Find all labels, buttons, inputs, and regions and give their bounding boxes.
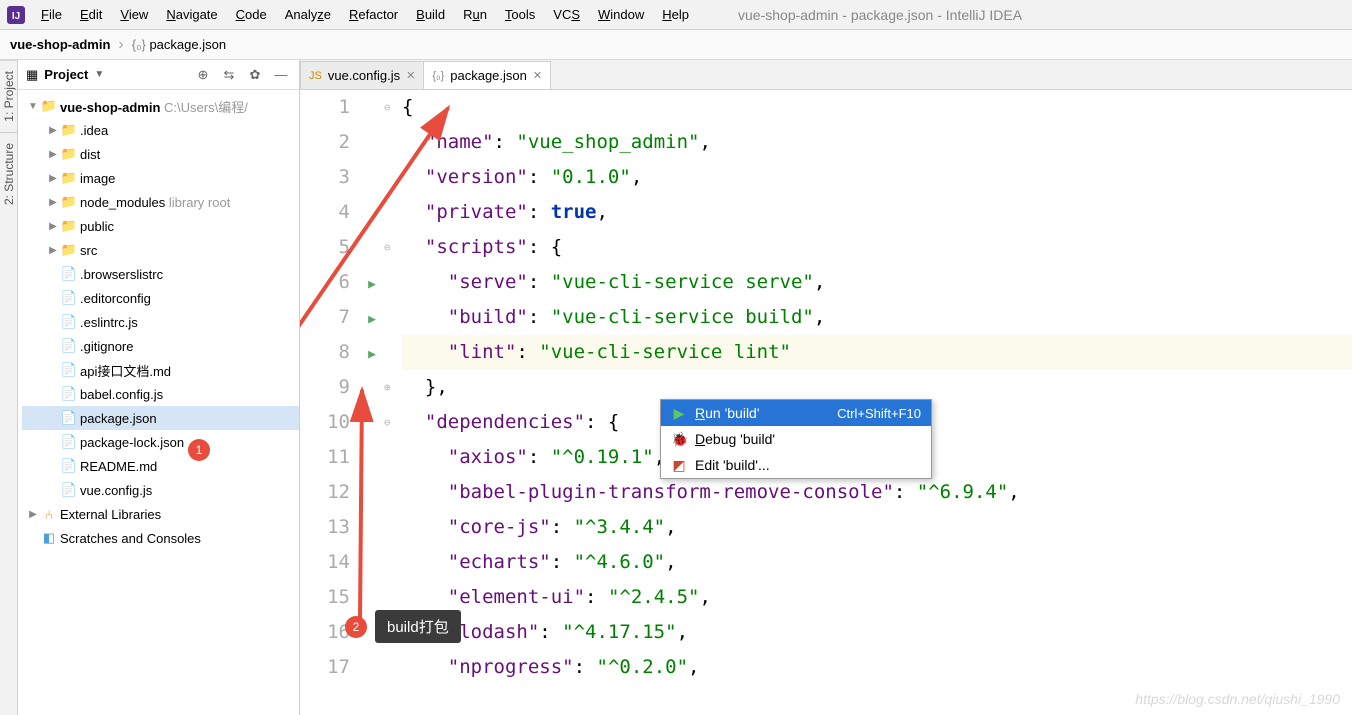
breadcrumb-project[interactable]: vue-shop-admin (6, 37, 114, 52)
locate-icon[interactable]: ⊕ (193, 67, 213, 83)
menu-window[interactable]: Window (589, 7, 653, 22)
breadcrumb: vue-shop-admin › {₀} package.json (0, 30, 1352, 60)
sidebar-header: ▦ Project ▼ ⊕ ⇆ ✿ — (18, 60, 299, 90)
editor-tabs: JS vue.config.js ✕ {₀} package.json ✕ (300, 60, 1352, 90)
main-area: 1: Project 2: Structure ▦ Project ▼ ⊕ ⇆ … (0, 60, 1352, 715)
project-sidebar: ▦ Project ▼ ⊕ ⇆ ✿ — ▼📁 vue-shop-admin C:… (18, 60, 300, 715)
ctx-debug-build[interactable]: 🐞 Debug 'build' (661, 426, 931, 452)
tool-tab-project[interactable]: 1: Project (0, 60, 17, 132)
json-icon: {₀} (132, 37, 146, 52)
edit-icon: ◩ (671, 457, 687, 474)
annotation-tooltip: build打包 (375, 610, 461, 643)
bug-icon: 🐞 (671, 431, 687, 448)
menu-edit[interactable]: Edit (71, 7, 111, 22)
tree-node-src[interactable]: ▶📁src (22, 238, 299, 262)
tree-node-package-json[interactable]: 📄package.json (22, 406, 299, 430)
menu-vcs[interactable]: VCS (544, 7, 589, 22)
tree-node-dist[interactable]: ▶📁dist (22, 142, 299, 166)
project-icon: ▦ (26, 67, 38, 83)
tree-node--browserslistrc[interactable]: 📄.browserslistrc (22, 262, 299, 286)
tree-node-public[interactable]: ▶📁public (22, 214, 299, 238)
menu-view[interactable]: View (111, 7, 157, 22)
menu-refactor[interactable]: Refactor (340, 7, 407, 22)
close-icon[interactable]: ✕ (406, 69, 415, 82)
chevron-right-icon: › (114, 36, 127, 54)
tree-node--gitignore[interactable]: 📄.gitignore (22, 334, 299, 358)
menu-navigate[interactable]: Navigate (157, 7, 226, 22)
ctx-run-build[interactable]: ▶ Run 'build' Ctrl+Shift+F10 (661, 400, 931, 426)
project-tree[interactable]: ▼📁 vue-shop-admin C:\Users\编程/ ▶📁.idea▶📁… (18, 90, 299, 715)
menu-help[interactable]: Help (653, 7, 698, 22)
gear-icon[interactable]: ✿ (245, 67, 265, 83)
js-icon: JS (309, 70, 322, 82)
app-logo: IJ (6, 5, 26, 25)
tree-scratches[interactable]: ◧ Scratches and Consoles (22, 526, 299, 550)
tree-node-babel-config-js[interactable]: 📄babel.config.js (22, 382, 299, 406)
tool-tab-structure[interactable]: 2: Structure (0, 132, 17, 215)
sidebar-title[interactable]: Project (44, 67, 88, 82)
ctx-edit-build[interactable]: ◩ Edit 'build'... (661, 452, 931, 478)
window-title: vue-shop-admin - package.json - IntelliJ… (738, 7, 1022, 23)
tab-vue-config[interactable]: JS vue.config.js ✕ (300, 61, 424, 89)
close-icon[interactable]: ✕ (533, 69, 542, 82)
tree-node-package-lock-json[interactable]: 📄package-lock.json (22, 430, 299, 454)
tree-node-image[interactable]: ▶📁image (22, 166, 299, 190)
annotation-number-2: 2 (345, 616, 367, 638)
tree-node--idea[interactable]: ▶📁.idea (22, 118, 299, 142)
chevron-down-icon[interactable]: ▼ (94, 69, 104, 80)
watermark: https://blog.csdn.net/qiushi_1990 (1135, 691, 1340, 707)
annotation-number-1: 1 (188, 439, 210, 461)
tree-node-node-modules[interactable]: ▶📁node_modules library root (22, 190, 299, 214)
annotation-callout-2: 2 build打包 (345, 610, 461, 643)
hide-icon[interactable]: — (271, 67, 291, 82)
left-tool-strip: 1: Project 2: Structure (0, 60, 18, 715)
editor-pane: JS vue.config.js ✕ {₀} package.json ✕ 12… (300, 60, 1352, 715)
json-icon: {₀} (432, 70, 444, 82)
menu-build[interactable]: Build (407, 7, 454, 22)
collapse-icon[interactable]: ⇆ (219, 67, 239, 83)
menu-run[interactable]: Run (454, 7, 496, 22)
tree-node-api-----md[interactable]: 📄api接口文档.md (22, 358, 299, 382)
breadcrumb-file[interactable]: {₀} package.json (128, 37, 230, 52)
tree-node--editorconfig[interactable]: 📄.editorconfig (22, 286, 299, 310)
tree-node-vue-config-js[interactable]: 📄vue.config.js (22, 478, 299, 502)
tree-external-libraries[interactable]: ▶⑃ External Libraries (22, 502, 299, 526)
tree-root[interactable]: ▼📁 vue-shop-admin C:\Users\编程/ (22, 94, 299, 118)
play-icon: ▶ (671, 405, 687, 422)
menu-file[interactable]: File (32, 7, 71, 22)
menu-tools[interactable]: Tools (496, 7, 544, 22)
menu-analyze[interactable]: Analyze (276, 7, 340, 22)
tab-package-json[interactable]: {₀} package.json ✕ (423, 61, 551, 89)
tree-node--eslintrc-js[interactable]: 📄.eslintrc.js (22, 310, 299, 334)
annotation-callout-1: 1 (188, 439, 210, 461)
menu-code[interactable]: Code (227, 7, 276, 22)
tree-node-README-md[interactable]: 📄README.md (22, 454, 299, 478)
svg-text:IJ: IJ (12, 11, 20, 22)
menu-bar: IJ File Edit View Navigate Code Analyze … (0, 0, 1352, 30)
context-menu: ▶ Run 'build' Ctrl+Shift+F10 🐞 Debug 'bu… (660, 399, 932, 479)
